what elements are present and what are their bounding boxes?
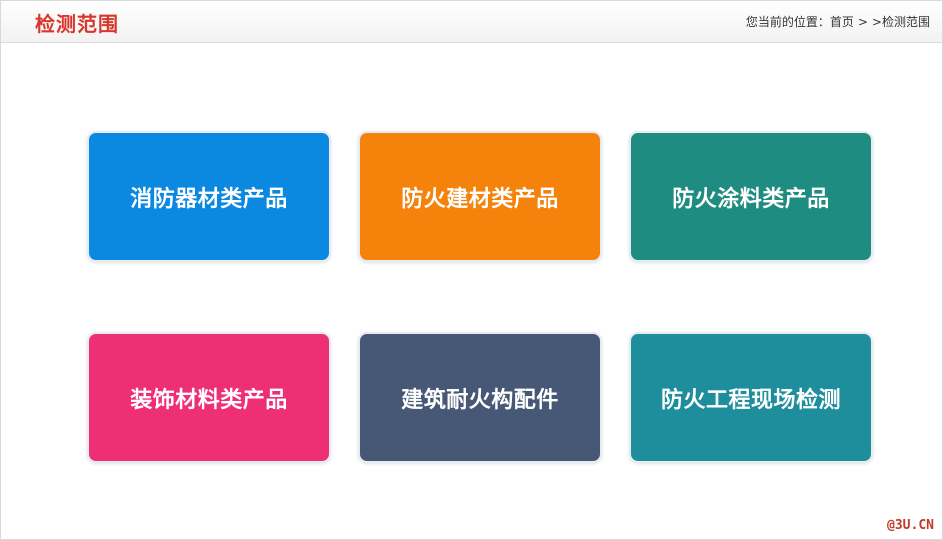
category-card-fire-resistant-components[interactable]: 建筑耐火构配件 <box>358 332 602 463</box>
breadcrumb-separator: > <box>871 15 882 29</box>
page-title: 检测范围 <box>35 12 119 36</box>
category-card-decoration-materials[interactable]: 装饰材料类产品 <box>87 332 331 463</box>
page-frame: 检测范围 您当前的位置：首页 > >检测范围 消防器材类产品 防火建材类产品 防火涂… <box>0 0 943 540</box>
category-card-label: 装饰材料类产品 <box>130 387 288 413</box>
category-card-onsite-fire-inspection[interactable]: 防火工程现场检测 <box>629 332 873 463</box>
breadcrumb: 您当前的位置：首页 > >检测范围 <box>746 13 930 30</box>
breadcrumb-home-link[interactable]: 首页 <box>830 13 854 30</box>
category-card-fireproof-coatings[interactable]: 防火涂料类产品 <box>629 131 873 262</box>
category-card-fire-equipment[interactable]: 消防器材类产品 <box>87 131 331 262</box>
page-header: 检测范围 您当前的位置：首页 > >检测范围 <box>1 1 942 43</box>
breadcrumb-separator: > <box>857 15 868 29</box>
category-card-label: 防火工程现场检测 <box>660 387 841 413</box>
breadcrumb-current[interactable]: 检测范围 <box>882 13 930 30</box>
category-card-label: 建筑耐火构配件 <box>401 387 559 413</box>
category-card-fireproof-building-materials[interactable]: 防火建材类产品 <box>358 131 602 262</box>
category-card-label: 防火涂料类产品 <box>672 186 830 212</box>
watermark-text: @3U.CN <box>887 518 934 533</box>
category-card-label: 消防器材类产品 <box>130 186 288 212</box>
category-card-label: 防火建材类产品 <box>401 186 559 212</box>
breadcrumb-prefix: 您当前的位置： <box>745 15 830 29</box>
